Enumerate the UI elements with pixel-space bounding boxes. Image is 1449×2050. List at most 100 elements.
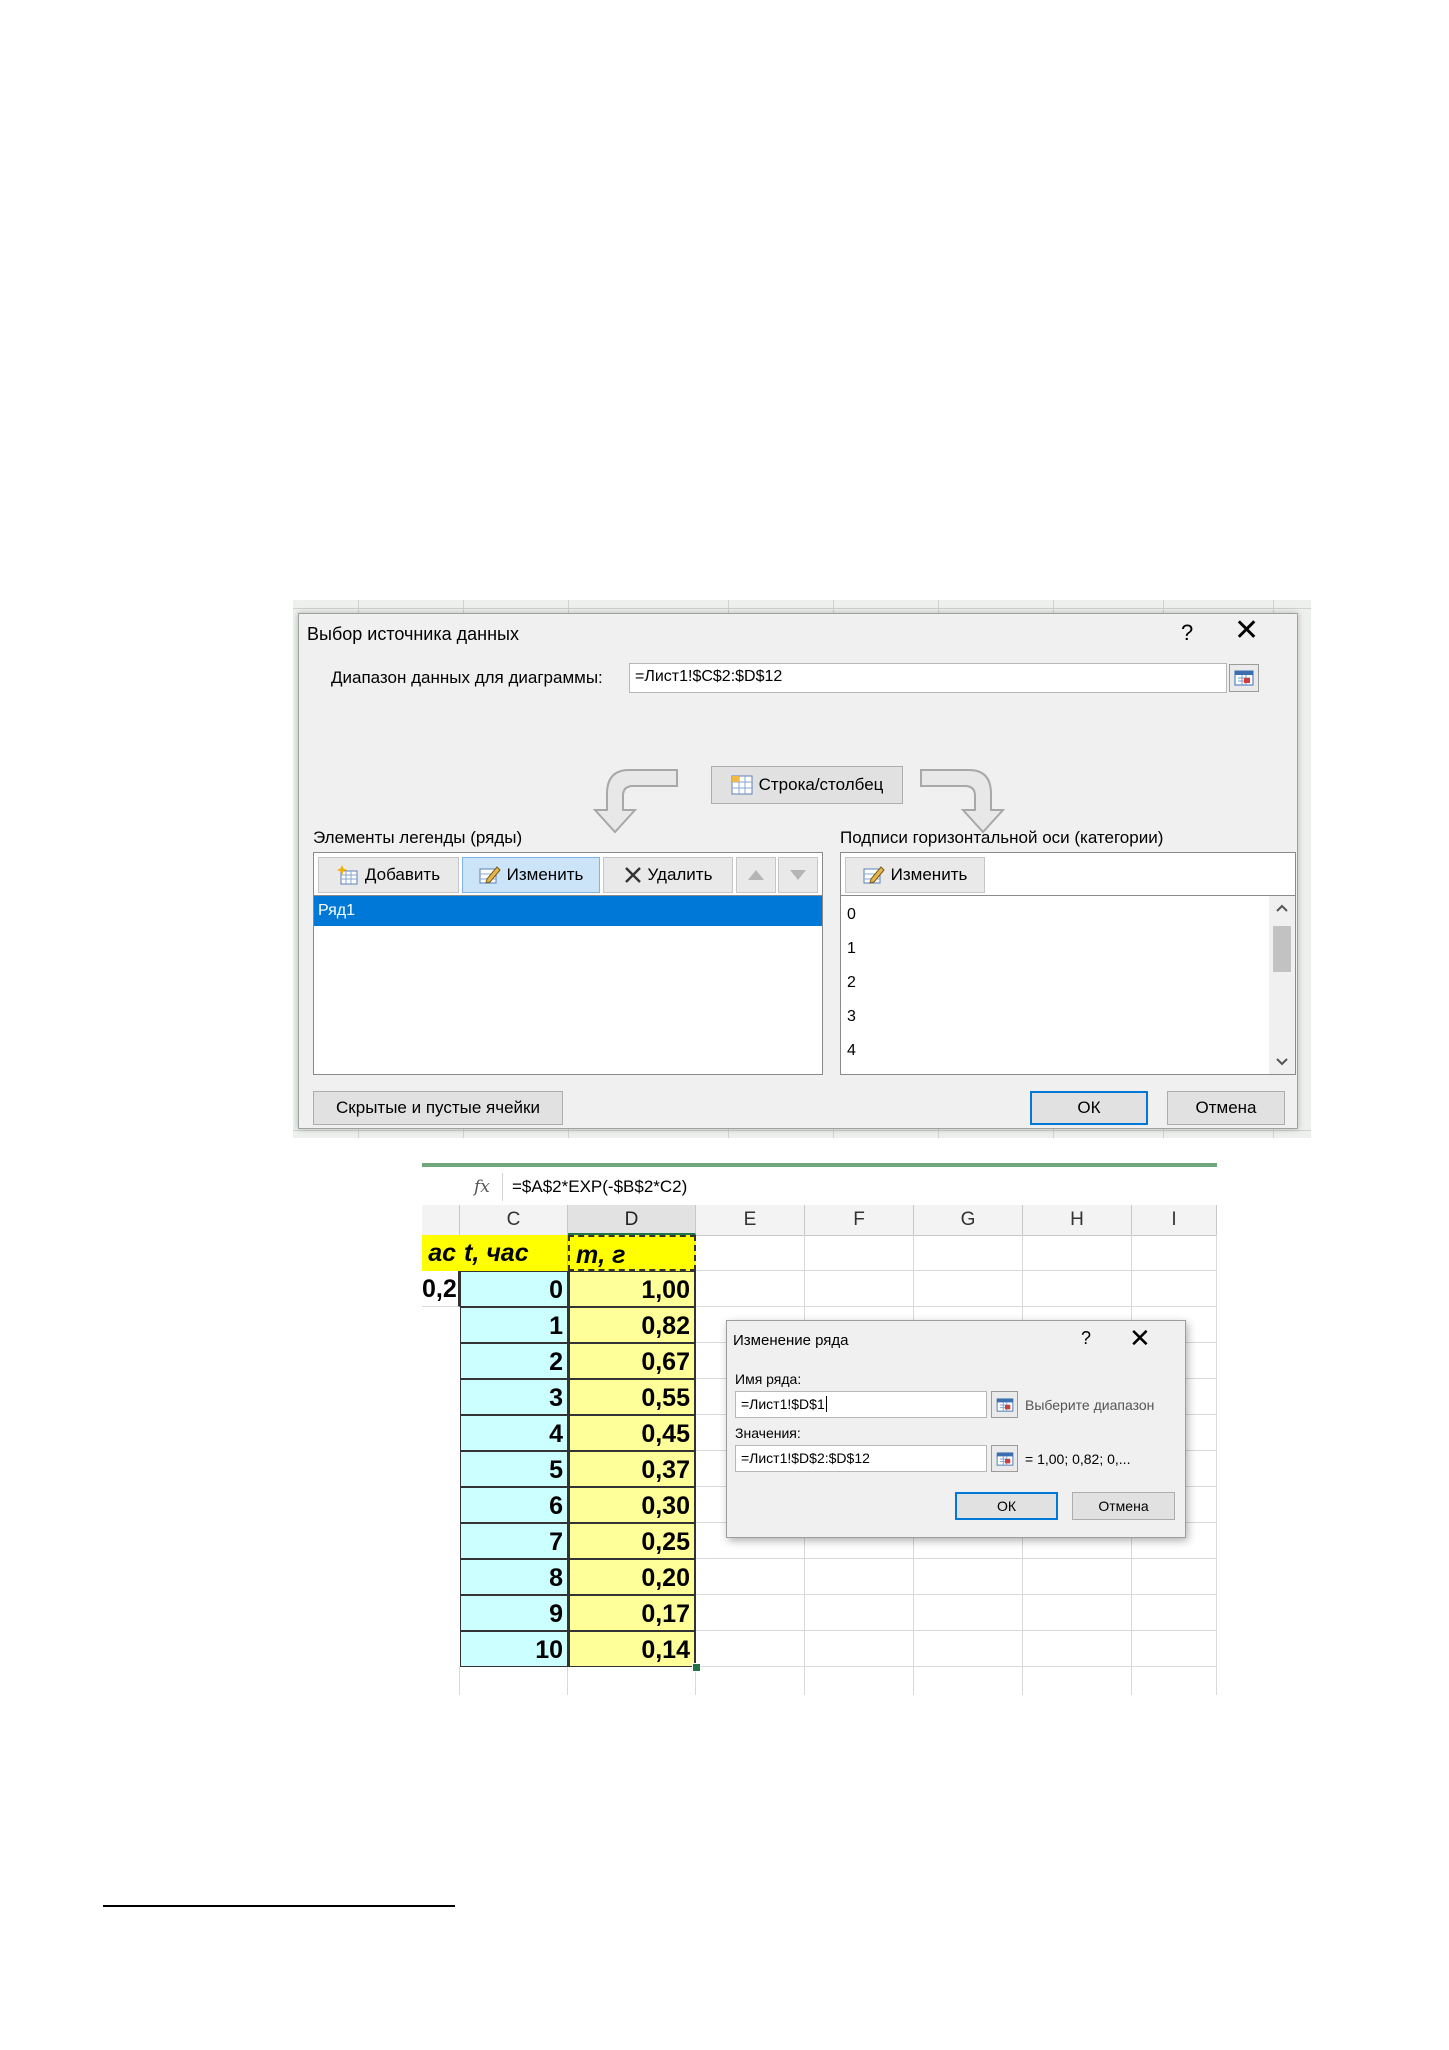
cell-t-value[interactable]: 10 <box>460 1631 568 1667</box>
move-down-button[interactable] <box>778 857 818 893</box>
help-button[interactable]: ? <box>1081 1328 1091 1349</box>
grid-cell[interactable] <box>1132 1235 1217 1271</box>
column-header-g[interactable]: G <box>914 1205 1023 1235</box>
delete-series-button[interactable]: Удалить <box>603 857 733 893</box>
grid-cell[interactable] <box>914 1235 1023 1271</box>
category-item[interactable]: 2 <box>847 974 856 992</box>
edit-axis-labels-button[interactable]: Изменить <box>845 857 985 893</box>
category-item[interactable]: 3 <box>847 1008 856 1026</box>
values-range-select-button[interactable] <box>991 1445 1018 1472</box>
ok-button[interactable]: ОК <box>1030 1091 1148 1125</box>
cancel-button[interactable]: Отмена <box>1167 1091 1285 1125</box>
cell-m-value[interactable]: 0,37 <box>568 1451 696 1487</box>
grid-cell[interactable] <box>805 1235 914 1271</box>
grid-cell[interactable] <box>696 1271 805 1307</box>
cell-m-value[interactable]: 0,45 <box>568 1415 696 1451</box>
close-icon[interactable]: ✕ <box>1129 1323 1151 1354</box>
hidden-empty-cells-button[interactable]: Скрытые и пустые ячейки <box>313 1091 563 1125</box>
column-header-f[interactable]: F <box>805 1205 914 1235</box>
grid-cell[interactable] <box>914 1595 1023 1631</box>
series-item[interactable]: Ряд1 <box>314 896 822 926</box>
close-icon[interactable]: ✕ <box>1234 616 1259 646</box>
grid-cell[interactable] <box>422 1667 460 1695</box>
cell-t-value[interactable]: 2 <box>460 1343 568 1379</box>
column-header-i[interactable]: I <box>1132 1205 1217 1235</box>
cell-t-value[interactable]: 7 <box>460 1523 568 1559</box>
grid-cell[interactable] <box>1132 1559 1217 1595</box>
data-range-input[interactable]: =Лист1!$C$2:$D$12 <box>629 663 1227 693</box>
range-select-button[interactable] <box>1229 664 1259 692</box>
cell-b1[interactable]: ас <box>422 1235 460 1271</box>
grid-cell[interactable] <box>1023 1631 1132 1667</box>
cell-t-value[interactable]: 0 <box>460 1271 568 1307</box>
grid-cell[interactable] <box>696 1667 805 1695</box>
grid-cell[interactable] <box>1132 1271 1217 1307</box>
category-item[interactable]: 0 <box>847 906 856 924</box>
grid-cell[interactable] <box>1132 1631 1217 1667</box>
cell-t-value[interactable]: 1 <box>460 1307 568 1343</box>
grid-cell[interactable] <box>460 1667 568 1695</box>
scrollbar-thumb[interactable] <box>1273 926 1291 972</box>
cell-t-value[interactable]: 6 <box>460 1487 568 1523</box>
cell-c1[interactable]: t, час <box>460 1235 568 1271</box>
edit-series-button[interactable]: Изменить <box>462 857 600 893</box>
fill-handle[interactable] <box>692 1663 701 1672</box>
ok-button[interactable]: ОК <box>955 1492 1058 1520</box>
series-values-input[interactable]: =Лист1!$D$2:$D$12 <box>735 1445 987 1472</box>
move-up-button[interactable] <box>736 857 776 893</box>
grid-cell[interactable] <box>914 1667 1023 1695</box>
cell-m-value[interactable]: 0,30 <box>568 1487 696 1523</box>
column-header-b[interactable] <box>422 1205 460 1235</box>
column-header-e[interactable]: E <box>696 1205 805 1235</box>
grid-cell[interactable] <box>568 1667 696 1695</box>
cell-t-value[interactable]: 4 <box>460 1415 568 1451</box>
grid-cell[interactable] <box>805 1271 914 1307</box>
switch-row-column-button[interactable]: Строка/столбец <box>711 766 903 804</box>
cell-m-value[interactable]: 1,00 <box>568 1271 696 1307</box>
cell-d1[interactable]: m, г <box>568 1235 696 1271</box>
function-icon[interactable]: fx <box>474 1177 490 1197</box>
grid-cell[interactable] <box>914 1271 1023 1307</box>
cell-t-value[interactable]: 8 <box>460 1559 568 1595</box>
grid-cell[interactable] <box>805 1667 914 1695</box>
cell-b2[interactable]: 0,2 <box>422 1271 460 1307</box>
grid-cell[interactable] <box>1023 1559 1132 1595</box>
grid-cell[interactable] <box>1132 1595 1217 1631</box>
chevron-up-icon[interactable] <box>1276 904 1288 912</box>
cell-m-value[interactable]: 0,25 <box>568 1523 696 1559</box>
add-series-button[interactable]: Добавить <box>318 857 459 893</box>
grid-cell[interactable] <box>1023 1667 1132 1695</box>
column-header-h[interactable]: H <box>1023 1205 1132 1235</box>
grid-cell[interactable] <box>805 1559 914 1595</box>
grid-cell[interactable] <box>696 1235 805 1271</box>
grid-cell[interactable] <box>1132 1667 1217 1695</box>
grid-cell[interactable] <box>696 1559 805 1595</box>
cell-m-value[interactable]: 0,17 <box>568 1595 696 1631</box>
grid-cell[interactable] <box>696 1595 805 1631</box>
help-button[interactable]: ? <box>1181 620 1193 646</box>
chevron-down-icon[interactable] <box>1276 1058 1288 1066</box>
grid-cell[interactable] <box>1023 1595 1132 1631</box>
grid-cell[interactable] <box>1023 1235 1132 1271</box>
cell-m-value[interactable]: 0,67 <box>568 1343 696 1379</box>
cancel-button[interactable]: Отмена <box>1072 1492 1175 1520</box>
column-header-d[interactable]: D <box>568 1205 696 1235</box>
cell-t-value[interactable]: 5 <box>460 1451 568 1487</box>
series-name-input[interactable]: =Лист1!$D$1 <box>735 1391 987 1418</box>
grid-cell[interactable] <box>1023 1271 1132 1307</box>
cell-m-value[interactable]: 0,14 <box>568 1631 696 1667</box>
cell-m-value[interactable]: 0,55 <box>568 1379 696 1415</box>
name-range-select-button[interactable] <box>991 1391 1018 1418</box>
cell-m-value[interactable]: 0,20 <box>568 1559 696 1595</box>
column-header-c[interactable]: C <box>460 1205 568 1235</box>
grid-cell[interactable] <box>696 1631 805 1667</box>
cell-m-value[interactable]: 0,82 <box>568 1307 696 1343</box>
category-item[interactable]: 1 <box>847 940 856 958</box>
scrollbar[interactable] <box>1269 896 1295 1074</box>
category-item[interactable]: 4 <box>847 1042 856 1060</box>
cell-t-value[interactable]: 3 <box>460 1379 568 1415</box>
grid-cell[interactable] <box>805 1631 914 1667</box>
formula-input[interactable]: =$A$2*EXP(-$B$2*C2) <box>512 1177 687 1197</box>
grid-cell[interactable] <box>914 1631 1023 1667</box>
grid-cell[interactable] <box>805 1595 914 1631</box>
